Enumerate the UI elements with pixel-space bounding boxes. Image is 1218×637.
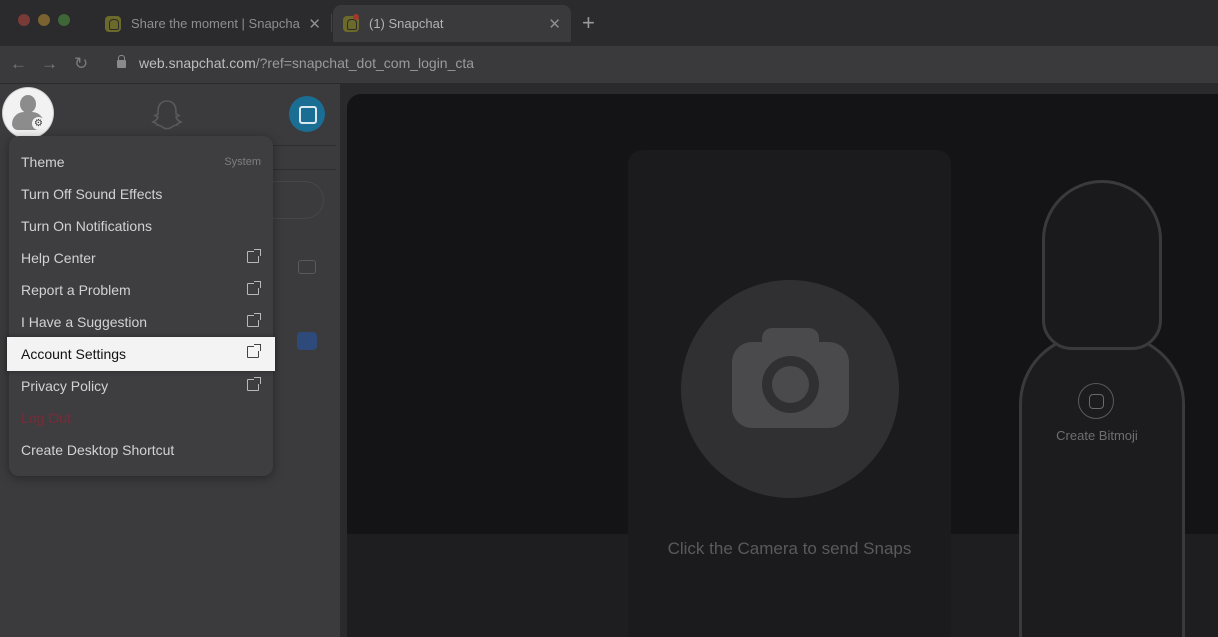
- new-chat-button[interactable]: [289, 96, 325, 132]
- tab-title: (1) Snapchat: [369, 16, 444, 31]
- menu-item-label: Help Center: [21, 250, 96, 266]
- tab-share-the-moment[interactable]: Share the moment | Snapchat ✕: [95, 5, 331, 42]
- url-path: /?ref=snapchat_dot_com_login_cta: [255, 55, 475, 71]
- avatar-head: [20, 95, 36, 113]
- camera-lens: [762, 356, 819, 413]
- snapchat-favicon-icon: [105, 15, 121, 32]
- camera-icon[interactable]: [298, 260, 316, 274]
- browser-tab-bar: Share the moment | Snapchat ✕ (1) Snapch…: [0, 0, 1218, 46]
- menu-item-label: Account Settings: [21, 346, 127, 362]
- external-link-icon: [247, 313, 261, 327]
- menu-item-notifications[interactable]: Turn On Notifications: [9, 210, 273, 242]
- reload-icon[interactable]: ↻: [74, 52, 88, 76]
- bitmoji-area: Create Bitmoji: [997, 174, 1187, 637]
- create-bitmoji-icon[interactable]: [1078, 383, 1114, 419]
- window-minimize-button[interactable]: [38, 14, 50, 26]
- external-link-icon: [247, 249, 261, 263]
- tab-snapchat[interactable]: (1) Snapchat ✕: [333, 5, 571, 42]
- sidebar-divider: [272, 145, 336, 170]
- forward-arrow-icon[interactable]: →: [41, 52, 58, 76]
- tab-close-icon[interactable]: ✕: [308, 15, 321, 33]
- ghost-icon[interactable]: [150, 98, 184, 132]
- gear-icon: ⚙: [32, 117, 45, 130]
- tab-close-icon[interactable]: ✕: [548, 15, 561, 33]
- bitmoji-silhouette-head: [1042, 180, 1162, 350]
- menu-item-label: Privacy Policy: [21, 378, 109, 394]
- search-field[interactable]: [272, 181, 324, 219]
- menu-item-sound-effects[interactable]: Turn Off Sound Effects: [9, 178, 273, 210]
- window-close-button[interactable]: [18, 14, 30, 26]
- browser-toolbar: ← → ↻ web.snapchat.com/?ref=snapchat_dot…: [0, 46, 1218, 84]
- settings-menu: Theme System Turn Off Sound Effects Turn…: [7, 136, 275, 476]
- menu-item-theme[interactable]: Theme System: [9, 146, 273, 178]
- bitmoji-icon[interactable]: [297, 332, 317, 350]
- window-zoom-button[interactable]: [58, 14, 70, 26]
- theme-value: System: [224, 156, 261, 168]
- notification-dot-icon: [353, 14, 359, 20]
- menu-item-label: Theme: [21, 154, 65, 170]
- menu-item-label: Turn On Notifications: [21, 218, 152, 234]
- camera-button[interactable]: [681, 280, 899, 498]
- camera-panel: Click the Camera to send Snaps: [628, 150, 951, 637]
- menu-item-privacy-policy[interactable]: Privacy Policy: [9, 370, 273, 402]
- menu-item-label: Create Desktop Shortcut: [21, 442, 175, 458]
- bitmoji-silhouette-body: [1019, 334, 1185, 637]
- address-bar[interactable]: web.snapchat.com/?ref=snapchat_dot_com_l…: [139, 55, 474, 71]
- camera-icon: [732, 328, 849, 428]
- url-host: web.snapchat.com: [139, 55, 256, 71]
- tab-title: Share the moment | Snapchat: [131, 16, 301, 31]
- menu-item-account-settings[interactable]: Account Settings: [7, 337, 275, 371]
- profile-avatar-button[interactable]: ⚙: [3, 88, 53, 138]
- tab-separator: [331, 14, 332, 32]
- new-tab-button[interactable]: +: [582, 10, 595, 36]
- menu-item-label: Turn Off Sound Effects: [21, 186, 163, 202]
- menu-item-label: Log Out: [21, 410, 71, 426]
- camera-stage: Click the Camera to send Snaps Create Bi…: [347, 94, 1218, 637]
- menu-item-suggestion[interactable]: I Have a Suggestion: [9, 306, 273, 338]
- menu-item-log-out[interactable]: Log Out: [9, 402, 273, 434]
- menu-item-label: I Have a Suggestion: [21, 314, 148, 330]
- camera-hint-text: Click the Camera to send Snaps: [667, 539, 912, 558]
- external-link-icon: [247, 377, 261, 391]
- back-arrow-icon[interactable]: ←: [10, 52, 27, 76]
- external-link-icon: [247, 281, 261, 295]
- create-bitmoji-label[interactable]: Create Bitmoji: [997, 428, 1197, 443]
- menu-item-desktop-shortcut[interactable]: Create Desktop Shortcut: [9, 434, 273, 466]
- lock-icon[interactable]: [117, 55, 126, 68]
- external-link-icon: [247, 344, 261, 358]
- menu-item-label: Report a Problem: [21, 282, 131, 298]
- menu-item-help-center[interactable]: Help Center: [9, 242, 273, 274]
- menu-item-report-problem[interactable]: Report a Problem: [9, 274, 273, 306]
